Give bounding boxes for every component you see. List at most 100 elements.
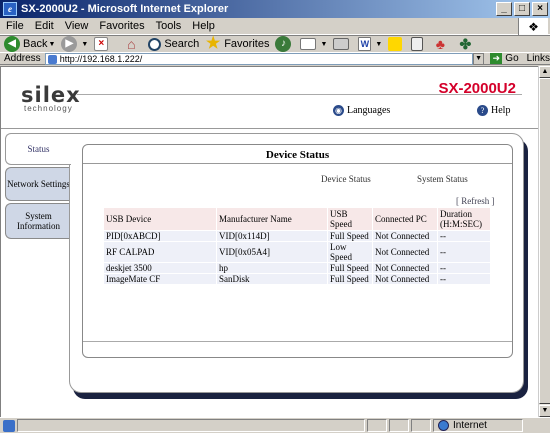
cell-usb-speed: Full Speed	[328, 274, 372, 284]
cell-usb-speed: Full Speed	[328, 231, 372, 241]
scroll-down-icon[interactable]: ▼	[539, 405, 550, 417]
toolbar: ◀ Back ▼ ▶ ▼ × ↻ ⌂ Search ★ Favorites ♪ …	[0, 35, 550, 101]
subtab-device-status[interactable]: Device Status	[321, 174, 371, 184]
tools-button[interactable]: ✤	[457, 36, 476, 52]
address-input[interactable]: http://192.168.1.222/	[44, 52, 473, 65]
refresh-link[interactable]: [ Refresh ]	[456, 196, 494, 206]
subtab-system-status[interactable]: System Status	[417, 174, 468, 184]
mail-button[interactable]: ▼	[300, 38, 327, 50]
window-title: SX-2000U2 - Microsoft Internet Explorer	[21, 3, 229, 15]
languages-label: Languages	[347, 105, 391, 116]
table-row: ImageMate CF SanDisk Full Speed Not Conn…	[104, 274, 490, 284]
close-button[interactable]: ×	[532, 2, 548, 16]
col-duration: Duration (H:M:SEC)	[438, 208, 490, 230]
minimize-button[interactable]: _	[496, 2, 512, 16]
device-status-panel: Device Status Device Status System Statu…	[82, 144, 513, 358]
forward-button[interactable]: ▶ ▼	[61, 36, 88, 52]
forward-arrow-icon: ▶	[61, 36, 78, 52]
back-dropdown-icon[interactable]: ▼	[48, 41, 55, 48]
print-button[interactable]	[333, 38, 352, 50]
media-icon: ♪	[275, 36, 292, 52]
cell-manufacturer: SanDisk	[217, 274, 327, 284]
cell-manufacturer: VID[0x05A4]	[217, 242, 327, 262]
links-button[interactable]: Links	[527, 53, 550, 64]
cell-duration: --	[438, 263, 490, 273]
page-icon	[47, 54, 57, 64]
help-link[interactable]: ? Help	[477, 105, 510, 116]
cell-usb-speed: Low Speed	[328, 242, 372, 262]
address-label: Address	[4, 53, 41, 64]
cell-connected-pc: Not Connected	[373, 263, 437, 273]
search-icon	[148, 37, 162, 51]
product-name: SX-2000U2	[438, 80, 516, 97]
page-viewport: silex technology SX-2000U2 ◉ Languages ?…	[0, 66, 538, 417]
favorites-button[interactable]: ★ Favorites	[205, 36, 269, 52]
cell-usb-device: RF CALPAD	[104, 242, 216, 262]
stop-icon: ×	[94, 37, 109, 51]
menu-file[interactable]: File	[6, 20, 24, 32]
go-arrow-icon: ➜	[490, 53, 503, 64]
languages-link[interactable]: ◉ Languages	[333, 105, 390, 116]
panel-title: Device Status	[265, 149, 330, 161]
cell-manufacturer: VID[0x114D]	[217, 231, 327, 241]
messenger-icon: ♣	[435, 36, 445, 52]
tab-status[interactable]: Status	[5, 133, 71, 165]
go-button[interactable]: ➜ Go	[490, 53, 519, 64]
search-button[interactable]: Search	[148, 37, 199, 51]
panel-bottom-divider	[83, 341, 512, 342]
page-status-icon	[3, 419, 15, 432]
word-icon: W	[358, 37, 372, 51]
stop-button[interactable]: ×	[94, 37, 111, 51]
address-url: http://192.168.1.222/	[59, 53, 143, 64]
forward-dropdown-icon[interactable]: ▼	[81, 41, 88, 48]
back-button[interactable]: ◀ Back ▼	[4, 36, 55, 52]
menu-view[interactable]: View	[65, 20, 89, 32]
favorites-label: Favorites	[224, 38, 270, 50]
scroll-up-icon[interactable]: ▲	[539, 66, 550, 78]
address-dropdown-icon[interactable]: ▼	[472, 52, 485, 65]
scroll-thumb[interactable]	[539, 78, 550, 404]
internet-zone-icon	[438, 420, 449, 431]
go-label: Go	[505, 53, 519, 64]
vertical-scrollbar[interactable]: ▲ ▼	[538, 66, 550, 417]
cell-manufacturer: hp	[217, 263, 327, 273]
status-cell	[389, 419, 409, 432]
ie-icon: e	[3, 2, 17, 16]
tab-system-information[interactable]: System Information	[5, 203, 71, 239]
cell-connected-pc: Not Connected	[373, 242, 437, 262]
mail-icon	[300, 38, 317, 50]
col-usb-speed: USB Speed	[328, 208, 372, 230]
edit-dropdown-icon[interactable]: ▼	[375, 41, 382, 48]
menu-tools[interactable]: Tools	[156, 20, 182, 32]
media-button[interactable]: ♪	[275, 36, 294, 52]
cell-usb-device: PID[0xABCD]	[104, 231, 216, 241]
discuss-button[interactable]	[388, 37, 405, 51]
menu-help[interactable]: Help	[192, 20, 215, 32]
messenger-button[interactable]: ♣	[432, 36, 451, 52]
menu-bar: File Edit View Favorites Tools Help ❖	[0, 18, 550, 35]
research-button[interactable]	[411, 37, 426, 51]
edit-button[interactable]: W ▼	[358, 37, 382, 51]
cell-duration: --	[438, 274, 490, 284]
window-controls: _ □ ×	[496, 2, 548, 16]
menu-favorites[interactable]: Favorites	[99, 20, 144, 32]
cell-duration: --	[438, 242, 490, 262]
tab-network-settings[interactable]: Network Settings	[5, 167, 71, 201]
silex-logo: silex	[21, 85, 81, 106]
help-label: Help	[491, 105, 511, 116]
maximize-button[interactable]: □	[514, 2, 530, 16]
col-manufacturer: Manufacturer Name	[217, 208, 327, 230]
status-text-cell	[17, 419, 365, 432]
star-icon: ★	[206, 35, 221, 52]
cell-duration: --	[438, 231, 490, 241]
cell-usb-device: ImageMate CF	[104, 274, 216, 284]
cell-usb-device: deskjet 3500	[104, 263, 216, 273]
mail-dropdown-icon[interactable]: ▼	[320, 41, 327, 48]
table-row: PID[0xABCD] VID[0x114D] Full Speed Not C…	[104, 231, 490, 241]
home-icon: ⌂	[127, 36, 136, 52]
home-button[interactable]: ⌂	[123, 36, 142, 52]
col-connected-pc: Connected PC	[373, 208, 437, 230]
table-row: RF CALPAD VID[0x05A4] Low Speed Not Conn…	[104, 242, 490, 262]
device-table: USB Device Manufacturer Name USB Speed C…	[103, 207, 491, 285]
menu-edit[interactable]: Edit	[35, 20, 54, 32]
